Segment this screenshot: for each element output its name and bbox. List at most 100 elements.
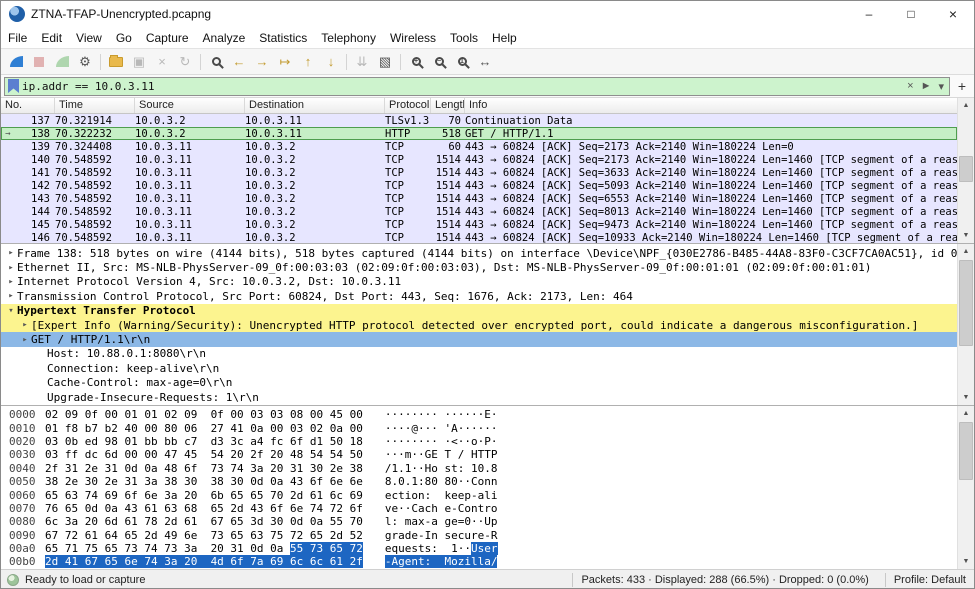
hex-row[interactable]: 0060 65 63 74 69 6f 6e 3a 20 6b 65 65 70…	[1, 488, 957, 501]
display-filter-field[interactable]: × ► ▾	[4, 77, 950, 96]
find-packet-icon[interactable]	[205, 51, 227, 73]
save-file-icon[interactable]: ▣	[128, 51, 150, 73]
detail-line[interactable]: [Expert Info (Warning/Security): Unencry…	[1, 318, 957, 332]
menu-view[interactable]: View	[69, 29, 109, 47]
go-to-packet-icon[interactable]: ↦	[274, 51, 296, 73]
filter-clear-icon[interactable]: ×	[905, 80, 915, 92]
expander-icon[interactable]	[19, 320, 31, 330]
details-scrollbar[interactable]: ▲ ▼	[957, 244, 974, 405]
packet-row[interactable]: 143 70.548592 10.0.3.11 10.0.3.2 TCP 151…	[1, 192, 957, 205]
column-header-destination[interactable]: Destination	[245, 98, 385, 113]
resize-columns-icon[interactable]: ↔	[474, 51, 496, 73]
hex-row[interactable]: 0080 6c 3a 20 6d 61 78 2d 61 67 65 3d 30…	[1, 515, 957, 528]
go-last-icon[interactable]: ↓	[320, 51, 342, 73]
scroll-down-icon[interactable]: ▼	[958, 554, 974, 569]
packet-row[interactable]: 146 70.548592 10.0.3.11 10.0.3.2 TCP 151…	[1, 231, 957, 244]
column-header-no[interactable]: No.	[1, 98, 55, 113]
packet-row[interactable]: 142 70.548592 10.0.3.11 10.0.3.2 TCP 151…	[1, 179, 957, 192]
hex-row[interactable]: 0000 02 09 0f 00 01 01 02 09 0f 00 03 03…	[1, 408, 957, 421]
column-header-source[interactable]: Source	[135, 98, 245, 113]
packet-list-scrollbar[interactable]: ▲ ▼	[957, 98, 974, 243]
reload-file-icon[interactable]: ↻	[174, 51, 196, 73]
capture-options-icon[interactable]: ⚙	[74, 51, 96, 73]
hex-row[interactable]: 0040 2f 31 2e 31 0d 0a 48 6f 73 74 3a 20…	[1, 462, 957, 475]
status-profile[interactable]: Profile: Default	[894, 574, 974, 586]
open-file-icon[interactable]	[105, 51, 127, 73]
detail-line[interactable]: Internet Protocol Version 4, Src: 10.0.3…	[1, 275, 957, 289]
detail-line[interactable]: Host: 10.88.0.1:8080\r\n	[1, 347, 957, 361]
scroll-up-icon[interactable]: ▲	[958, 244, 974, 259]
expander-icon[interactable]	[5, 277, 17, 287]
hex-row[interactable]: 0090 67 72 61 64 65 2d 49 6e 73 65 63 75…	[1, 529, 957, 542]
detail-line[interactable]: GET / HTTP/1.1\r\n	[1, 332, 957, 346]
detail-line[interactable]: Transmission Control Protocol, Src Port:…	[1, 289, 957, 303]
detail-line[interactable]: Hypertext Transfer Protocol	[1, 304, 957, 318]
menu-analyze[interactable]: Analyze	[196, 29, 253, 47]
menu-wireless[interactable]: Wireless	[383, 29, 443, 47]
detail-line[interactable]: Ethernet II, Src: MS-NLB-PhysServer-09_0…	[1, 260, 957, 274]
go-back-icon[interactable]: ←	[228, 51, 250, 73]
filter-dropdown-icon[interactable]: ▾	[936, 80, 946, 93]
detail-line[interactable]: Connection: keep-alive\r\n	[1, 361, 957, 375]
close-file-icon[interactable]: ×	[151, 51, 173, 73]
scroll-down-icon[interactable]: ▼	[958, 228, 974, 243]
column-header-length[interactable]: Length	[431, 98, 465, 113]
close-icon[interactable]: ×	[932, 1, 974, 27]
menu-telephony[interactable]: Telephony	[314, 29, 383, 47]
hex-row[interactable]: 0020 03 0b ed 98 01 bb bb c7 d3 3c a4 fc…	[1, 435, 957, 448]
menu-file[interactable]: File	[1, 29, 34, 47]
expander-icon[interactable]	[19, 335, 31, 345]
hex-row[interactable]: 0070 76 65 0d 0a 43 61 63 68 65 2d 43 6f…	[1, 502, 957, 515]
hex-row[interactable]: 00b0 2d 41 67 65 6e 74 3a 20 4d 6f 7a 69…	[1, 555, 957, 568]
colorize-icon[interactable]: ▧	[374, 51, 396, 73]
go-forward-icon[interactable]: →	[251, 51, 273, 73]
packet-row[interactable]: 139 70.324408 10.0.3.11 10.0.3.2 TCP 60 …	[1, 140, 957, 153]
packet-row[interactable]: 144 70.548592 10.0.3.11 10.0.3.2 TCP 151…	[1, 205, 957, 218]
hex-row[interactable]: 00a0 65 71 75 65 73 74 73 3a 20 31 0d 0a…	[1, 542, 957, 555]
restart-capture-icon[interactable]	[51, 51, 73, 73]
packet-row[interactable]: → 138 70.322232 10.0.3.2 10.0.3.11 HTTP …	[1, 127, 957, 140]
zoom-reset-icon[interactable]: 1	[451, 51, 473, 73]
hex-scrollbar[interactable]: ▲ ▼	[957, 406, 974, 569]
expander-icon[interactable]	[5, 248, 17, 258]
minimize-icon[interactable]: –	[848, 1, 890, 27]
display-filter-input[interactable]	[22, 80, 902, 93]
menu-go[interactable]: Go	[109, 29, 139, 47]
zoom-in-icon[interactable]: +	[405, 51, 427, 73]
zoom-out-icon[interactable]: −	[428, 51, 450, 73]
packet-row[interactable]: 145 70.548592 10.0.3.11 10.0.3.2 TCP 151…	[1, 218, 957, 231]
scroll-up-icon[interactable]: ▲	[958, 98, 974, 113]
expert-info-icon[interactable]	[7, 574, 19, 586]
scroll-up-icon[interactable]: ▲	[958, 406, 974, 421]
menu-tools[interactable]: Tools	[443, 29, 485, 47]
scroll-thumb[interactable]	[959, 260, 973, 346]
column-header-protocol[interactable]: Protocol	[385, 98, 431, 113]
filter-bookmark-icon[interactable]	[8, 79, 19, 93]
filter-apply-icon[interactable]: ►	[919, 80, 934, 92]
start-capture-icon[interactable]	[5, 51, 27, 73]
scroll-down-icon[interactable]: ▼	[958, 390, 974, 405]
hex-row[interactable]: 0050 38 2e 30 2e 31 3a 38 30 38 30 0d 0a…	[1, 475, 957, 488]
auto-scroll-icon[interactable]: ⇊	[351, 51, 373, 73]
menu-statistics[interactable]: Statistics	[252, 29, 314, 47]
filter-add-button[interactable]: +	[953, 78, 971, 94]
menu-edit[interactable]: Edit	[34, 29, 69, 47]
menu-capture[interactable]: Capture	[139, 29, 196, 47]
stop-capture-icon[interactable]	[28, 51, 50, 73]
go-first-icon[interactable]: ↑	[297, 51, 319, 73]
column-header-time[interactable]: Time	[55, 98, 135, 113]
maximize-icon[interactable]: □	[890, 1, 932, 27]
scroll-thumb[interactable]	[959, 422, 973, 480]
packet-row[interactable]: 141 70.548592 10.0.3.11 10.0.3.2 TCP 151…	[1, 166, 957, 179]
expander-icon[interactable]	[5, 306, 17, 316]
hex-row[interactable]: 0010 01 f8 b7 b2 40 00 80 06 27 41 0a 00…	[1, 421, 957, 434]
expander-icon[interactable]	[5, 263, 17, 273]
scroll-thumb[interactable]	[959, 156, 973, 182]
detail-line[interactable]: Frame 138: 518 bytes on wire (4144 bits)…	[1, 246, 957, 260]
hex-row[interactable]: 0030 03 ff dc 6d 00 00 47 45 54 20 2f 20…	[1, 448, 957, 461]
menu-help[interactable]: Help	[485, 29, 524, 47]
detail-line[interactable]: Cache-Control: max-age=0\r\n	[1, 376, 957, 390]
detail-line[interactable]: Upgrade-Insecure-Requests: 1\r\n	[1, 390, 957, 404]
expander-icon[interactable]	[5, 291, 17, 301]
packet-row[interactable]: 140 70.548592 10.0.3.11 10.0.3.2 TCP 151…	[1, 153, 957, 166]
